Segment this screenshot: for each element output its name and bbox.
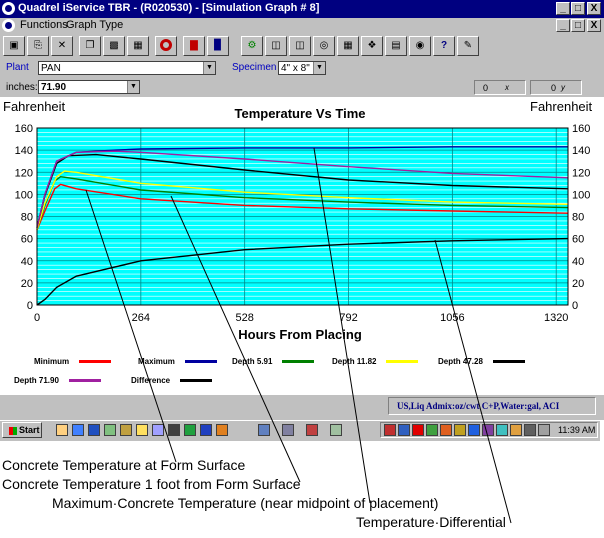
callout-line-maximum (313, 147, 371, 504)
callout-line-differential (434, 239, 512, 524)
annotation-differential: Temperature·Differential (356, 514, 506, 530)
annotation-maximum: Maximum·Concrete Temperature (near midpo… (52, 495, 439, 511)
callout-line-form-surface (85, 189, 177, 463)
callout-line-1-foot (170, 195, 301, 483)
annotation-1-foot: Concrete Temperature 1 foot from Form Su… (2, 476, 301, 492)
annotation-form-surface: Concrete Temperature at Form Surface (2, 457, 246, 473)
